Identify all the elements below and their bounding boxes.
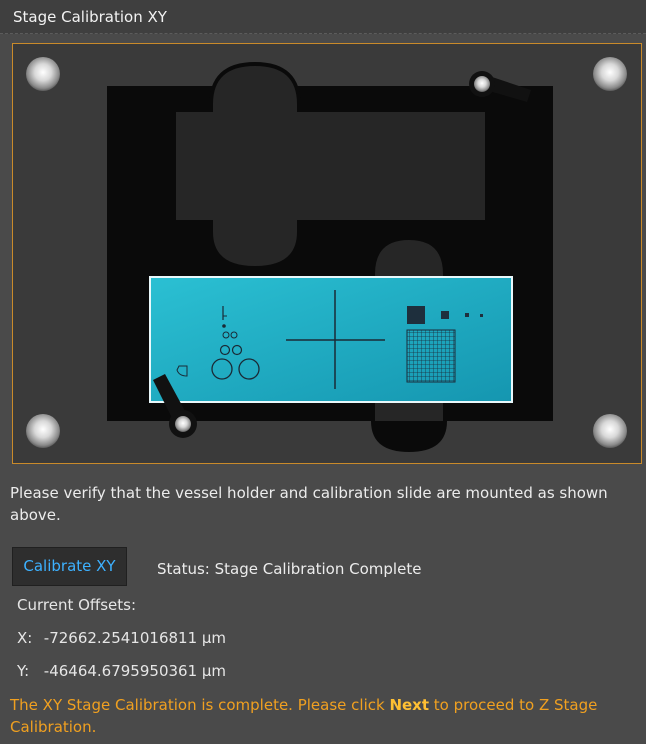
screw-icon	[593, 414, 627, 448]
screw-icon	[26, 57, 60, 91]
calibration-slide	[149, 276, 513, 403]
stage-diagram-svg	[13, 44, 641, 463]
completion-text-before: The XY Stage Calibration is complete. Pl…	[10, 696, 390, 714]
current-offsets-label: Current Offsets:	[17, 596, 137, 614]
screw-icon	[593, 57, 627, 91]
calibration-status: Status: Stage Calibration Complete	[157, 560, 421, 578]
offset-x-axis: X:	[17, 629, 33, 647]
status-value: Stage Calibration Complete	[214, 560, 422, 578]
screw-icon	[26, 414, 60, 448]
offset-y-row: Y: -46464.6795950361 µm	[17, 662, 226, 680]
next-emphasis: Next	[389, 696, 430, 714]
offset-y-value: -46464.6795950361 µm	[43, 662, 227, 680]
mount-instructions: Please verify that the vessel holder and…	[10, 484, 608, 524]
offset-x-value: -72662.2541016811 µm	[43, 629, 227, 647]
window-title: Stage Calibration XY	[0, 0, 646, 34]
status-label: Status:	[157, 560, 210, 578]
completion-message: The XY Stage Calibration is complete. Pl…	[10, 694, 640, 738]
offset-x-row: X: -72662.2541016811 µm	[17, 629, 226, 647]
stage-diagram	[12, 43, 642, 464]
calibrate-xy-button[interactable]: Calibrate XY	[12, 547, 127, 586]
offset-y-axis: Y:	[17, 662, 30, 680]
